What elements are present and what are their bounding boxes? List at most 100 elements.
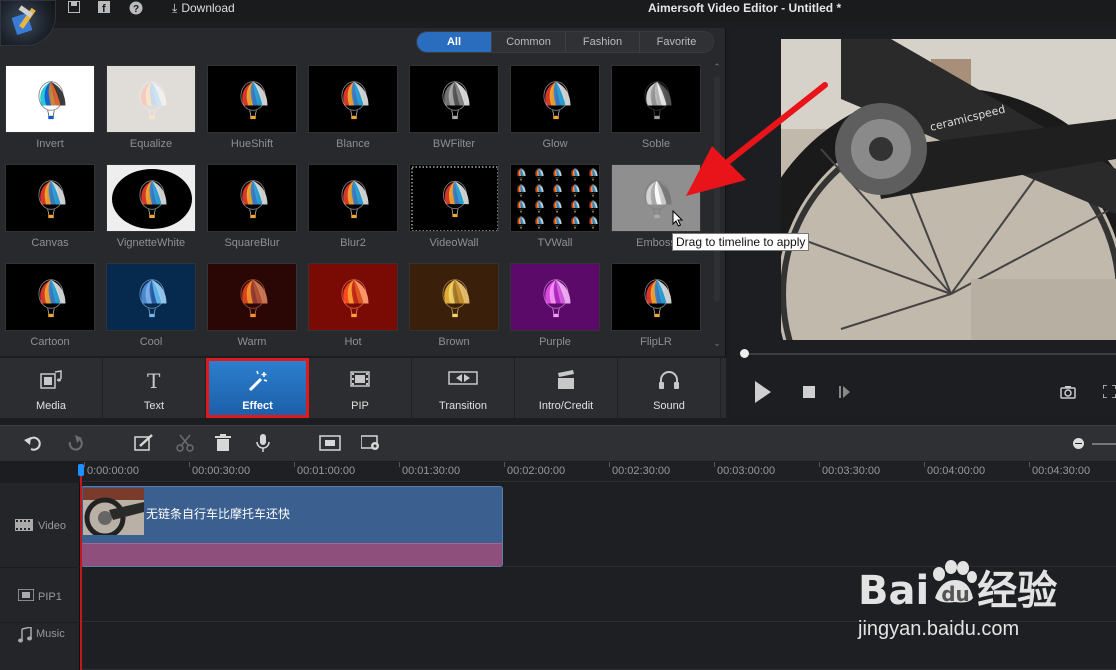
effect-label: Brown — [438, 336, 470, 348]
effect-label: TVWall — [537, 237, 573, 249]
tool-tab-label: Intro/Credit — [538, 400, 594, 412]
settings-icon[interactable] — [361, 434, 381, 452]
download-label: Download — [181, 1, 235, 15]
effect-tile-hot[interactable]: Hot — [308, 263, 398, 360]
scroll-up-icon[interactable]: ⌃ — [712, 62, 722, 73]
effect-thumbnail — [308, 164, 398, 232]
effect-tile-cool[interactable]: Cool — [106, 263, 196, 360]
crop-icon[interactable] — [319, 434, 341, 452]
effect-tile-blance[interactable]: Blance — [308, 65, 398, 162]
effect-tile-hueshift[interactable]: HueShift — [207, 65, 297, 162]
clip-audio-waveform[interactable] — [82, 543, 502, 566]
tool-tab-effect[interactable]: Effect — [206, 358, 309, 418]
clapperboard-icon — [515, 370, 617, 392]
svg-text:?: ? — [133, 4, 139, 15]
preview-video: ceramicspeed — [781, 39, 1116, 340]
effect-thumbnail — [510, 164, 600, 232]
download-button[interactable]: ⤓ Download — [172, 1, 235, 16]
snapshot-icon[interactable] — [1060, 385, 1076, 399]
tool-tab-intro-credit[interactable]: Intro/Credit — [515, 358, 618, 418]
ruler-tick-label: 00:04:30:00 — [1032, 465, 1091, 477]
track-header-video: Video — [0, 483, 80, 567]
help-icon[interactable]: ? — [128, 1, 144, 17]
timeline-playhead[interactable] — [80, 466, 82, 670]
effect-tile-purple[interactable]: Purple — [510, 263, 600, 360]
effect-thumbnail — [5, 164, 95, 232]
effect-tile-warm[interactable]: Warm — [207, 263, 297, 360]
watermark-brand-left: Bai — [858, 568, 930, 614]
effect-thumbnail — [5, 65, 95, 133]
effect-label: Equalize — [129, 138, 173, 150]
clip-thumbnail — [83, 488, 144, 535]
paw-logo-icon: du — [929, 560, 978, 608]
ruler-tick — [1029, 462, 1030, 467]
video-clip[interactable]: 无链条自行车比摩托车还快 — [81, 486, 503, 567]
preview-progress-knob[interactable] — [740, 349, 749, 358]
effect-tile-equalize[interactable]: Equalize — [106, 65, 196, 162]
effect-tile-invert[interactable]: Invert — [5, 65, 95, 162]
effect-tile-brown[interactable]: Brown — [409, 263, 499, 360]
redo-icon[interactable] — [66, 434, 84, 452]
effect-tile-cartoon[interactable]: Cartoon — [5, 263, 95, 360]
tab-common[interactable]: Common — [491, 32, 565, 52]
track-header-pip: PIP1 — [0, 568, 80, 622]
zoom-out-icon[interactable] — [1073, 438, 1084, 449]
effect-tile-fliplr[interactable]: FlipLR — [611, 263, 701, 360]
effect-tile-tvwall[interactable]: TVWall — [510, 164, 600, 261]
watermark-url: jingyan.baidu.com — [858, 618, 1020, 640]
track-label-music: Music — [36, 628, 65, 640]
tool-tab-label: Media — [36, 400, 66, 412]
effect-filter-tabs: All Common Fashion Favorite — [416, 31, 714, 53]
effect-tile-vignettewhite[interactable]: VignetteWhite — [106, 164, 196, 261]
tool-tab-text[interactable]: T Text — [103, 358, 206, 418]
facebook-icon[interactable]: f — [96, 1, 112, 17]
effect-tile-canvas[interactable]: Canvas — [5, 164, 95, 261]
effect-label: Blance — [336, 138, 370, 150]
effect-label: Cartoon — [30, 336, 70, 348]
text-icon: T — [103, 369, 205, 393]
effect-label: Invert — [36, 138, 64, 150]
effect-thumbnail — [611, 263, 701, 331]
play-icon[interactable] — [753, 379, 773, 405]
zoom-slider[interactable] — [1092, 443, 1116, 445]
preview-progress-track[interactable] — [745, 353, 1116, 355]
music-note-icon — [18, 627, 32, 643]
tab-fashion[interactable]: Fashion — [565, 32, 639, 52]
effects-panel: All Common Fashion Favorite Invert Equal… — [0, 28, 726, 356]
microphone-icon[interactable] — [256, 434, 270, 452]
tool-tab-transition[interactable]: Transition — [412, 358, 515, 418]
save-icon[interactable] — [66, 1, 82, 17]
delete-icon[interactable] — [215, 434, 231, 452]
effect-tile-bwfilter[interactable]: BWFilter — [409, 65, 499, 162]
scroll-down-icon[interactable]: ⌄ — [712, 338, 722, 349]
ruler-tick-label: 00:01:00:00 — [297, 465, 356, 477]
effect-thumbnail — [409, 263, 499, 331]
effect-tile-videowall[interactable]: VideoWall — [409, 164, 499, 261]
edit-icon[interactable] — [134, 434, 154, 452]
tab-favorite[interactable]: Favorite — [639, 32, 713, 52]
effect-tile-squareblur[interactable]: SquareBlur — [207, 164, 297, 261]
stop-icon[interactable] — [803, 386, 815, 398]
effect-label: HueShift — [230, 138, 274, 150]
tool-tab-label: Transition — [439, 400, 487, 412]
fullscreen-icon[interactable] — [1103, 385, 1116, 398]
cut-icon[interactable] — [176, 434, 194, 452]
tool-tab-sound[interactable]: Sound — [618, 358, 721, 418]
effect-tile-glow[interactable]: Glow — [510, 65, 600, 162]
effect-thumbnail — [308, 65, 398, 133]
playhead-handle[interactable] — [78, 464, 84, 476]
ruler-tick — [294, 462, 295, 467]
ruler-tick — [84, 462, 85, 467]
timeline-ruler[interactable]: 0:00:00:00 00:00:30:00 00:01:00:00 00:01:30… — [80, 462, 1116, 482]
effect-thumbnail — [207, 65, 297, 133]
next-frame-icon[interactable] — [839, 385, 851, 399]
tab-all[interactable]: All — [417, 32, 491, 52]
tool-tab-pip[interactable]: PIP — [309, 358, 412, 418]
effect-thumbnail — [510, 263, 600, 331]
effect-tile-blur2[interactable]: Blur2 — [308, 164, 398, 261]
tool-tab-media[interactable]: Media — [0, 358, 103, 418]
undo-icon[interactable] — [24, 434, 42, 452]
transition-icon — [412, 370, 514, 392]
film-music-icon — [0, 370, 102, 392]
ruler-tick-label: 00:04:00:00 — [927, 465, 986, 477]
